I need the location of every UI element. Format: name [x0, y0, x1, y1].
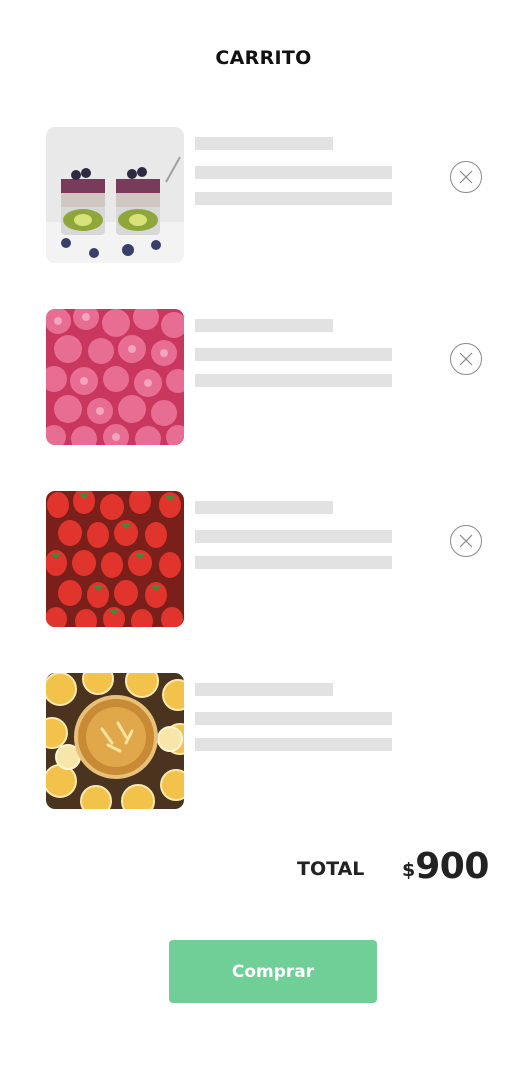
product-image-chia-kiwi-parfait[interactable] [46, 127, 184, 263]
item-detail-placeholder [195, 556, 392, 569]
product-image-citrus-drink[interactable] [46, 673, 184, 809]
page-title: CARRITO [215, 47, 312, 69]
cart-item [46, 309, 486, 447]
remove-item-button[interactable] [450, 161, 482, 193]
item-detail-placeholder [195, 348, 392, 361]
item-name-placeholder [195, 137, 333, 150]
close-icon [459, 170, 473, 184]
cart-item [46, 673, 486, 811]
close-icon [459, 534, 473, 548]
item-detail-placeholder [195, 712, 392, 725]
cart-item [46, 127, 486, 265]
item-detail-placeholder [195, 530, 392, 543]
product-image-raspberries[interactable] [46, 309, 184, 445]
remove-item-button[interactable] [450, 343, 482, 375]
close-icon [459, 352, 473, 366]
item-detail-placeholder [195, 738, 392, 751]
item-detail-placeholder [195, 374, 392, 387]
item-detail-placeholder [195, 192, 392, 205]
item-name-placeholder [195, 319, 333, 332]
currency-symbol: $ [402, 859, 416, 881]
buy-button[interactable]: Comprar [169, 940, 377, 1003]
item-detail-placeholder [195, 166, 392, 179]
total-label: TOTAL [297, 858, 365, 880]
cart-item [46, 491, 486, 629]
total-amount: $900 [402, 846, 489, 887]
total-value: 900 [415, 846, 489, 887]
item-name-placeholder [195, 683, 333, 696]
product-image-strawberries[interactable] [46, 491, 184, 627]
item-name-placeholder [195, 501, 333, 514]
remove-item-button[interactable] [450, 525, 482, 557]
